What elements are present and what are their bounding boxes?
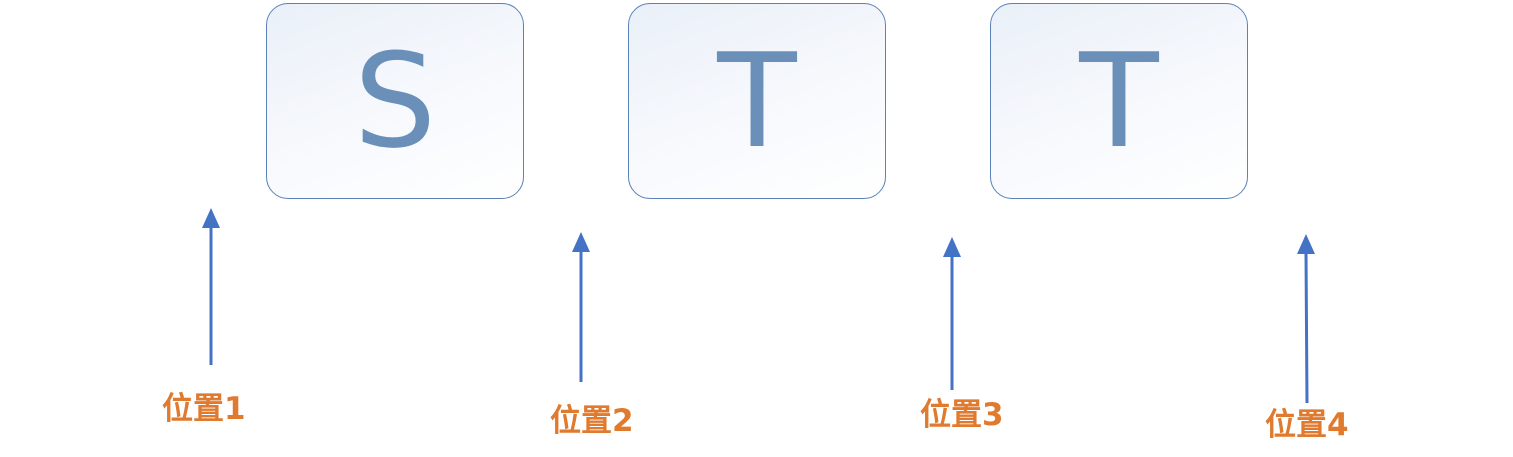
arrow-2	[572, 232, 590, 382]
position-label-3: 位置3	[920, 397, 1004, 433]
arrow-4	[1297, 234, 1315, 404]
position-label-4: 位置4	[1265, 407, 1349, 443]
position-label-1: 位置1	[162, 391, 246, 427]
arrow-1	[202, 208, 220, 365]
position-arrows	[202, 208, 1315, 404]
arrow-3	[943, 237, 961, 390]
position-label-2: 位置2	[550, 403, 634, 439]
